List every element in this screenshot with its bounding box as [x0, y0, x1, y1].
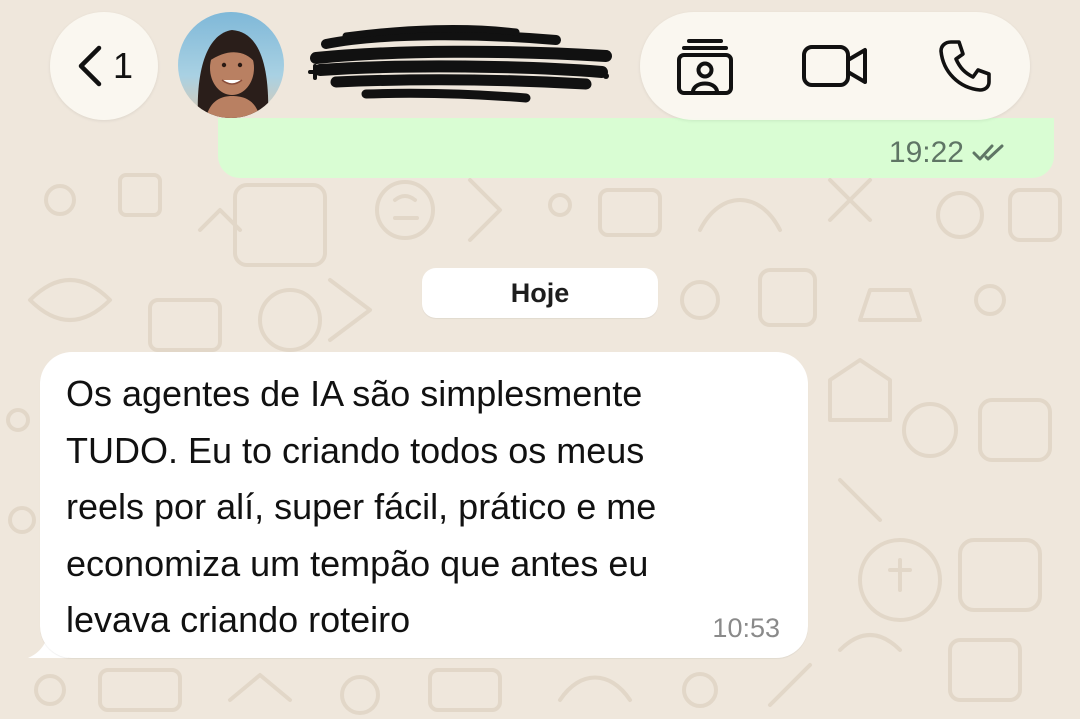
contact-name-redacted[interactable] [306, 14, 616, 110]
date-separator: Hoje [422, 268, 658, 318]
call-actions [640, 12, 1030, 120]
previous-message-meta: 19:22 [889, 136, 1006, 170]
chat-header: 1 [0, 0, 1080, 140]
message-text: Os agentes de IA são simplesmente TUDO. … [66, 373, 657, 640]
message-time: 10:53 [712, 613, 780, 643]
voice-call-button[interactable] [910, 12, 1020, 120]
previous-message-time: 19:22 [888, 136, 964, 169]
contact-card-icon [677, 39, 733, 95]
video-camera-icon [802, 45, 867, 87]
redaction-scribble [308, 25, 612, 103]
chevron-left-icon [78, 45, 102, 87]
avatar-photo [178, 12, 284, 118]
contact-card-button[interactable] [650, 12, 760, 120]
contact-avatar[interactable] [178, 12, 284, 118]
back-button[interactable]: 1 [50, 12, 158, 120]
unread-count: 1 [112, 45, 134, 86]
video-call-button[interactable] [780, 12, 890, 120]
double-check-icon [972, 144, 1004, 161]
incoming-message-bubble[interactable]: Os agentes de IA são simplesmente TUDO. … [40, 352, 808, 658]
phone-icon [939, 40, 991, 92]
